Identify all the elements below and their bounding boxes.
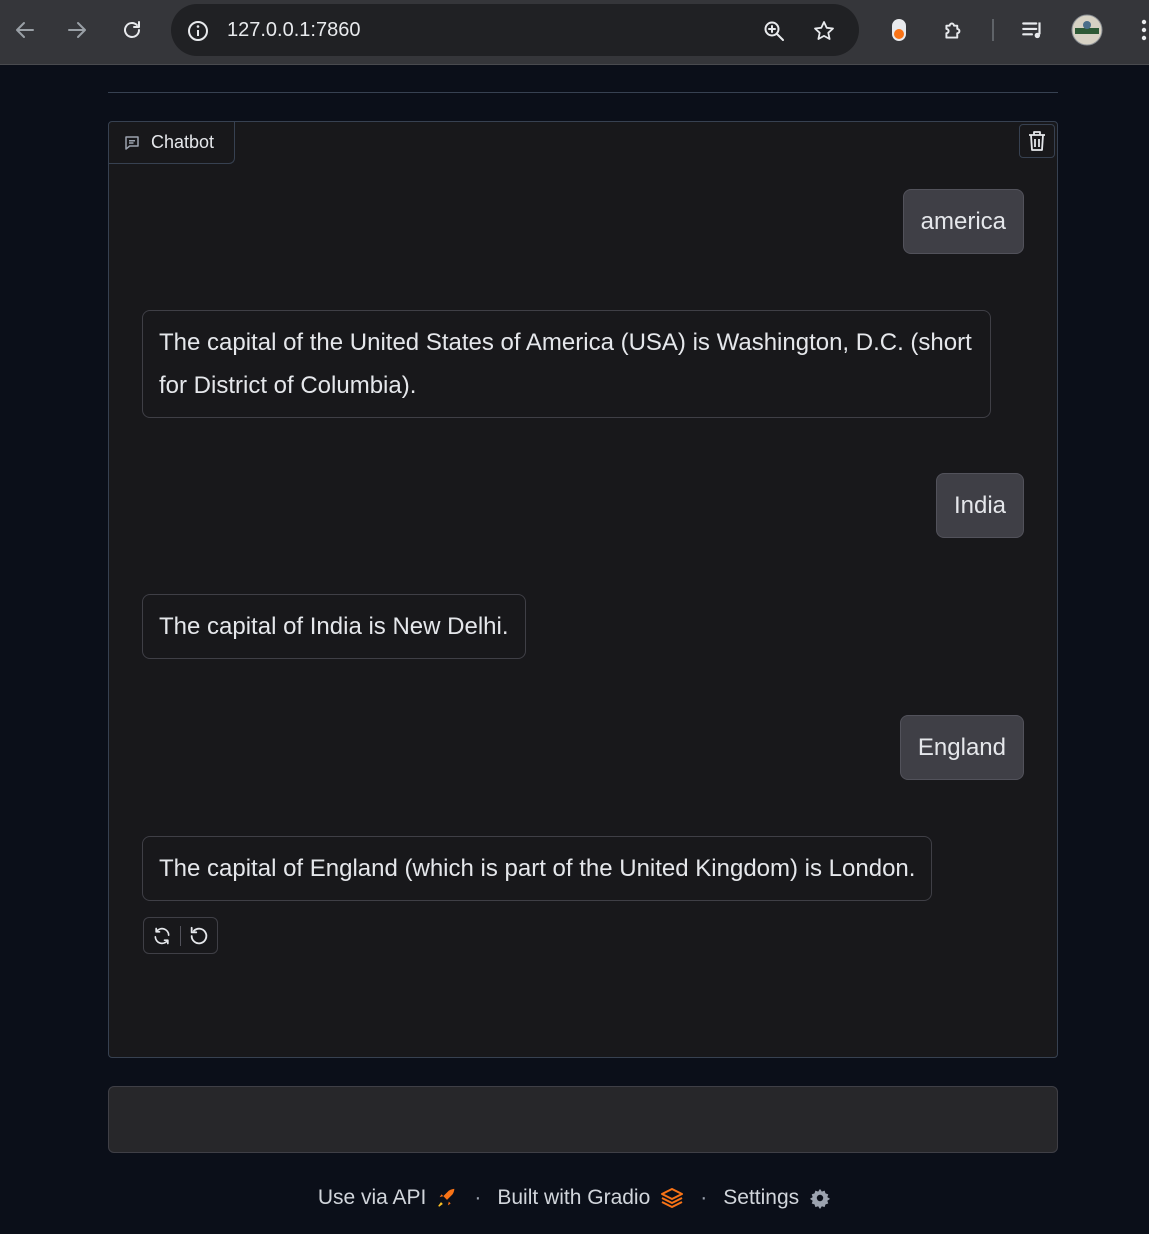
gradio-logo-icon [661, 1188, 684, 1208]
gear-icon [810, 1188, 831, 1209]
built-with-gradio-text: Built with Gradio [497, 1186, 651, 1209]
extension-badge-icon [892, 19, 906, 41]
retry-button[interactable] [144, 918, 180, 953]
site-info-button[interactable] [185, 18, 211, 44]
use-via-api-text: Use via API [317, 1186, 427, 1209]
divider [108, 92, 1058, 93]
bot-message: The capital of England (which is part of… [142, 836, 933, 901]
message-input-box[interactable] [108, 1086, 1058, 1153]
arrow-right-icon [68, 22, 86, 38]
bot-message: The capital of the United States of Amer… [142, 310, 991, 418]
user-message: america [902, 189, 1024, 254]
kebab-menu-icon [1141, 19, 1147, 41]
message-actions [143, 917, 218, 954]
extension-button[interactable] [883, 14, 915, 46]
settings-link[interactable]: Settings [723, 1186, 831, 1210]
info-icon [188, 21, 208, 41]
chatbot-panel: Chatbot america The capital of the Unite… [108, 121, 1058, 1058]
footer-separator: · [474, 1186, 482, 1209]
extensions-menu-button[interactable] [938, 14, 970, 46]
forward-button[interactable] [61, 14, 93, 46]
puzzle-icon [945, 22, 961, 39]
browser-toolbar: 127.0.0.1:7860 [0, 0, 1149, 65]
arrow-left-icon [16, 22, 34, 38]
chat-icon [125, 135, 139, 150]
reload-icon [124, 21, 140, 38]
retry-icon [154, 927, 170, 944]
clear-chat-button[interactable] [1019, 124, 1055, 158]
zoom-button[interactable] [761, 18, 787, 44]
profile-button[interactable] [1071, 14, 1103, 46]
bookmark-button[interactable] [811, 18, 837, 44]
address-bar[interactable]: 127.0.0.1:7860 [171, 4, 859, 56]
footer-separator: · [700, 1186, 708, 1209]
user-message: England [899, 715, 1024, 780]
rocket-icon [438, 1188, 455, 1207]
use-via-api-link[interactable]: Use via API [318, 1186, 459, 1210]
message-input[interactable] [109, 1087, 1057, 1152]
chatbot-label-text: Chatbot [151, 132, 215, 152]
avatar [1071, 14, 1103, 46]
settings-text: Settings [723, 1186, 800, 1209]
trash-icon [1029, 131, 1045, 151]
undo-button[interactable] [181, 918, 217, 953]
bot-message: The capital of India is New Delhi. [142, 594, 526, 659]
media-queue-icon [1022, 22, 1041, 39]
zoom-icon [764, 21, 784, 41]
star-icon [814, 21, 834, 40]
chatbot-label: Chatbot [109, 122, 235, 164]
footer: Use via API · Built with Gradio · Settin… [0, 1180, 1149, 1216]
toolbar-divider [992, 19, 994, 41]
back-button[interactable] [9, 14, 41, 46]
browser-menu-button[interactable] [1128, 14, 1149, 46]
built-with-gradio-link[interactable]: Built with Gradio [497, 1186, 684, 1210]
undo-icon [190, 926, 208, 944]
media-button[interactable] [1017, 14, 1049, 46]
url-text[interactable]: 127.0.0.1:7860 [227, 19, 360, 42]
reload-button[interactable] [116, 14, 148, 46]
user-message: India [935, 473, 1024, 538]
